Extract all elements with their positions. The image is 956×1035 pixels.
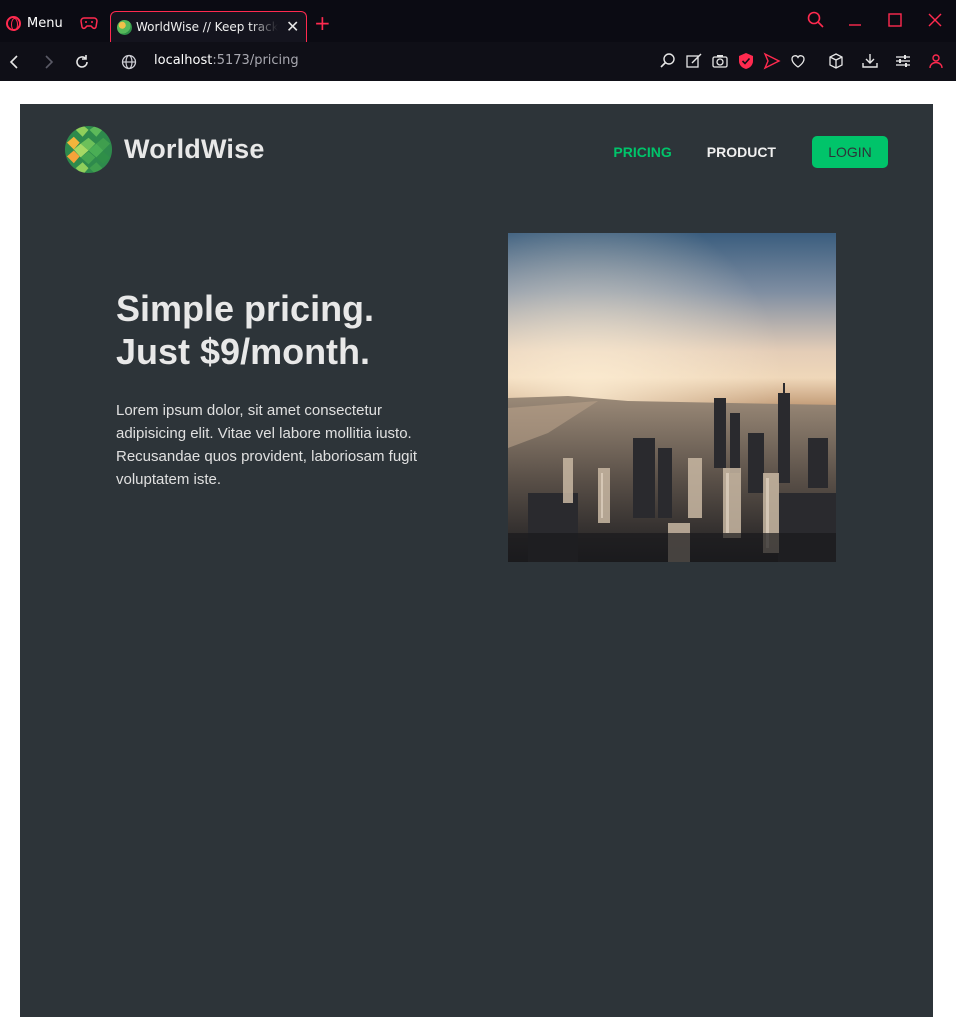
opera-logo-icon [6, 15, 21, 31]
new-tab-button[interactable]: + [314, 12, 331, 34]
login-button[interactable]: Login [812, 136, 888, 168]
heart-icon[interactable] [789, 52, 807, 70]
browser-tab-active[interactable]: WorldWise // Keep track of ✕ [110, 11, 307, 42]
site-info-globe-icon[interactable] [119, 52, 139, 72]
city-skyline-image [508, 233, 836, 562]
edit-share-icon[interactable] [685, 52, 703, 70]
browser-tab-bar: Menu WorldWise // Keep track of ✕ + [0, 0, 956, 42]
worldwise-logo-icon [64, 125, 113, 174]
headline-line-1: Simple pricing. [116, 288, 375, 329]
back-icon[interactable] [5, 52, 25, 72]
minimize-icon[interactable] [845, 10, 865, 30]
logo-wordmark: WorldWise [124, 134, 265, 164]
pricing-page: WorldWise Pricing Product Login Simple p… [20, 104, 933, 1017]
headline-line-2: Just $9/month. [116, 331, 371, 372]
url-path: :5173/pricing [212, 53, 299, 68]
profile-icon[interactable] [927, 52, 945, 70]
nav-link-pricing[interactable]: Pricing [613, 144, 671, 160]
url-field[interactable]: localhost:5173/pricing [154, 53, 299, 68]
extensions-cube-icon[interactable] [827, 52, 845, 70]
forward-icon[interactable] [38, 52, 58, 72]
city-skyline-illustration [508, 233, 836, 562]
search-page-icon[interactable] [659, 52, 677, 70]
browser-menu-label: Menu [27, 15, 63, 31]
send-flow-icon[interactable] [763, 52, 781, 70]
tab-title: WorldWise // Keep track of [136, 20, 278, 34]
adblock-shield-icon[interactable] [737, 52, 755, 70]
url-host: localhost [154, 53, 213, 68]
camera-snapshot-icon[interactable] [711, 52, 729, 70]
reload-icon[interactable] [72, 52, 92, 72]
logo-link[interactable]: WorldWise [64, 125, 265, 174]
gamepad-icon[interactable] [80, 16, 98, 30]
pricing-headline: Simple pricing. Just $9/month. [116, 287, 446, 373]
easy-setup-icon[interactable] [894, 52, 912, 70]
main-nav: Pricing Product Login [613, 136, 888, 168]
browser-menu-button[interactable]: Menu [6, 12, 63, 34]
worldwise-favicon-icon [117, 19, 132, 35]
browser-address-bar: localhost:5173/pricing [0, 42, 956, 81]
search-tabs-icon[interactable] [806, 10, 826, 30]
tab-close-icon[interactable]: ✕ [286, 19, 299, 35]
nav-link-product[interactable]: Product [707, 144, 776, 160]
pricing-description: Lorem ipsum dolor, sit amet consectetur … [116, 402, 418, 488]
close-window-icon[interactable] [925, 10, 945, 30]
maximize-icon[interactable] [885, 10, 905, 30]
download-icon[interactable] [861, 52, 879, 70]
